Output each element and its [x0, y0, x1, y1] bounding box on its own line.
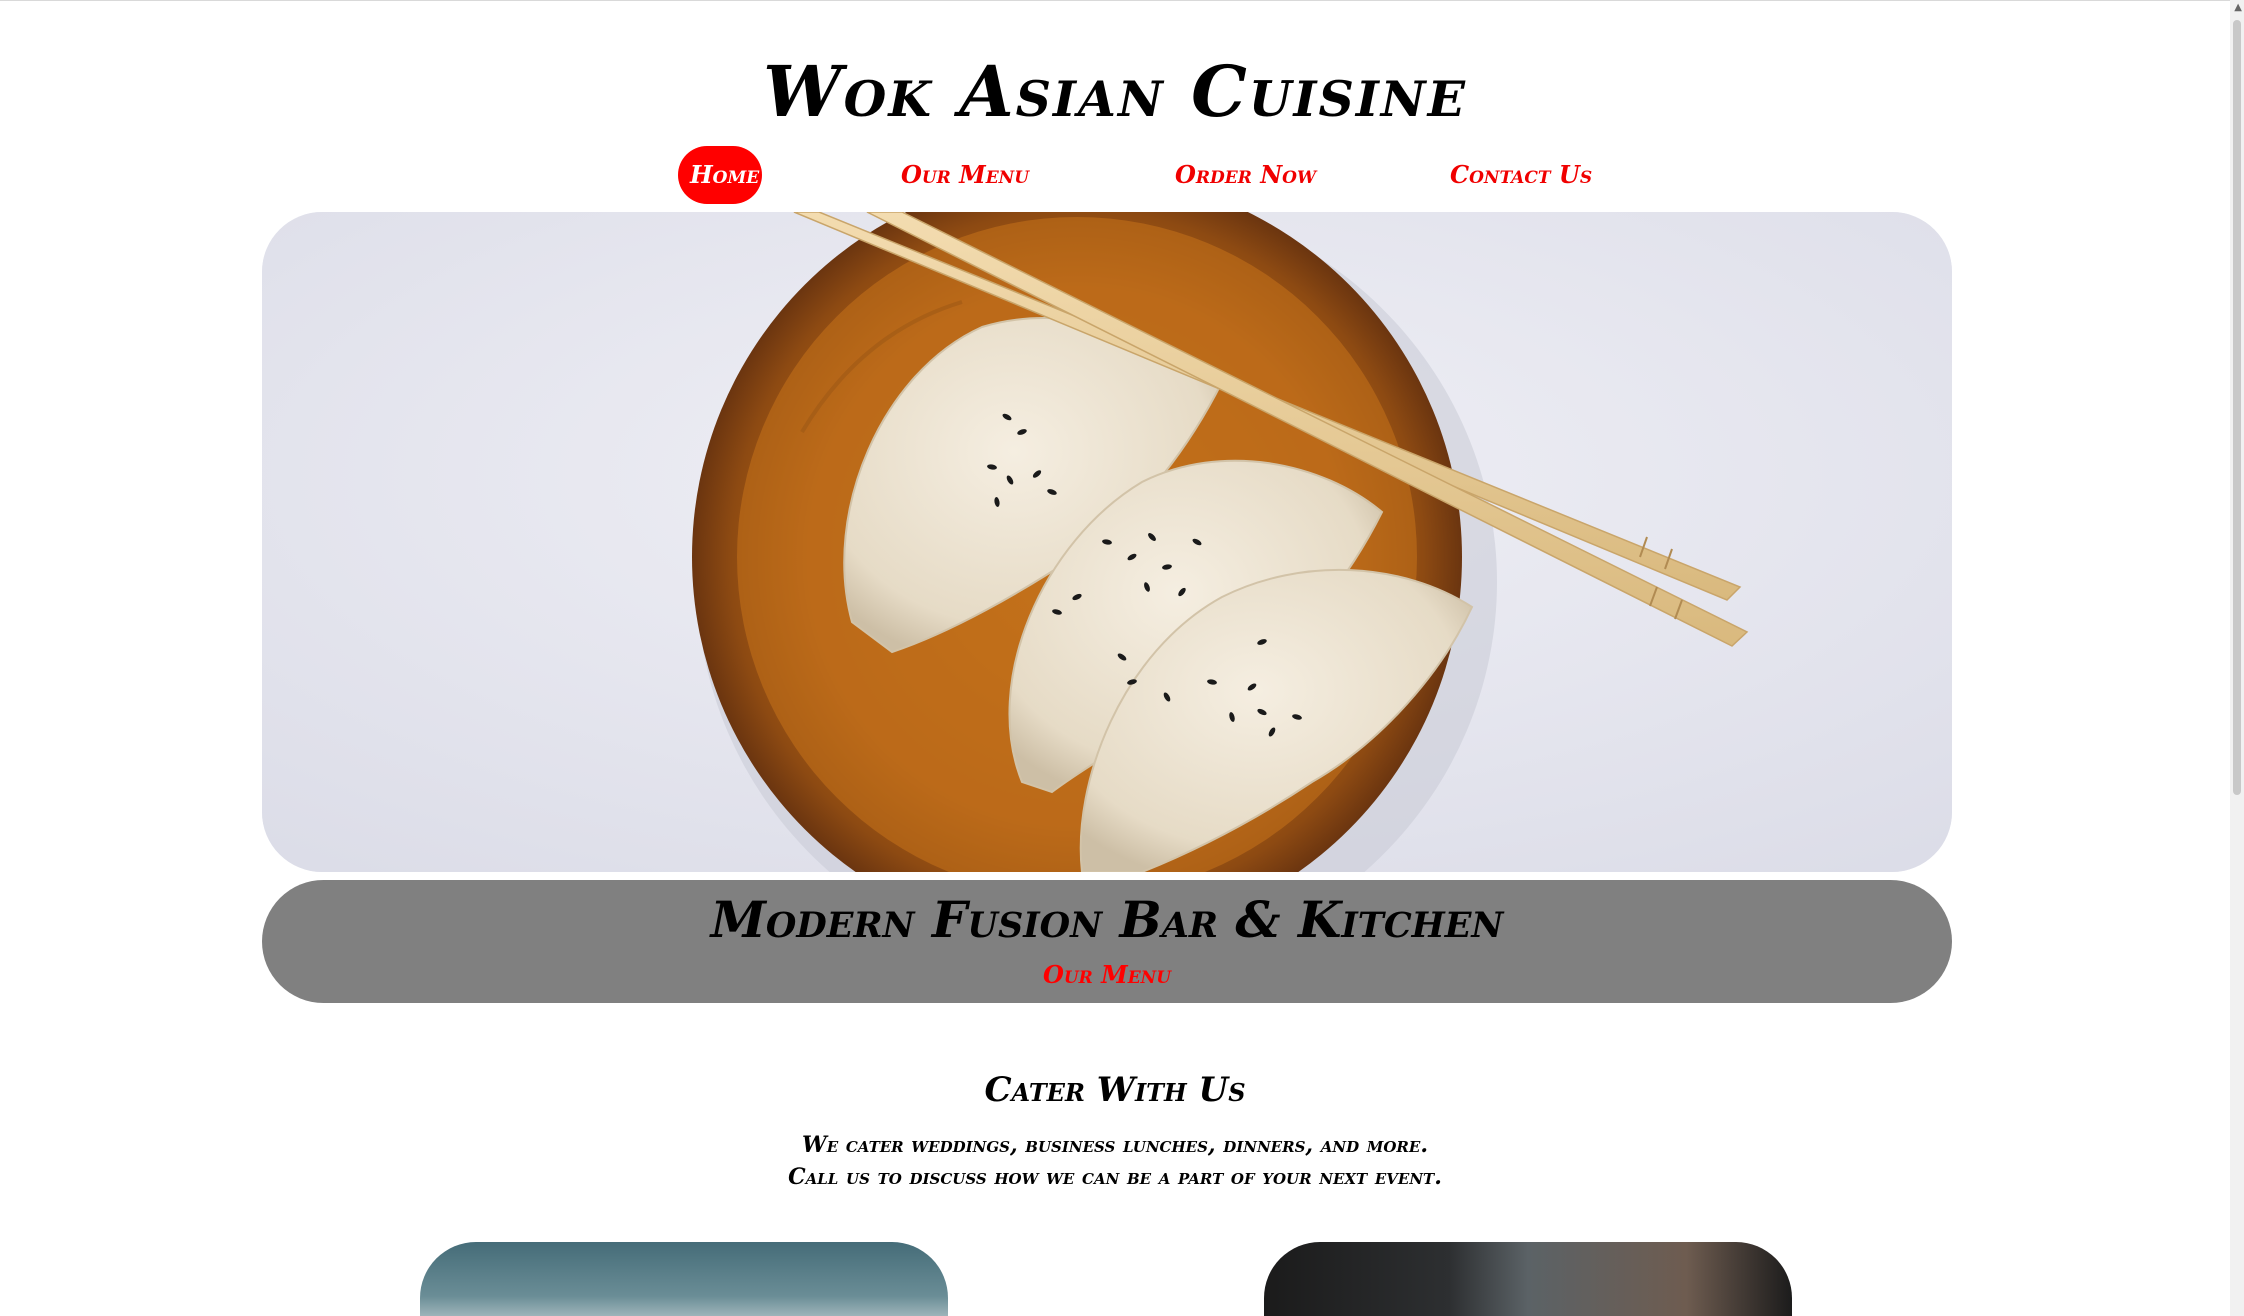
vertical-scrollbar[interactable]: ▲: [2230, 0, 2244, 1316]
top-border: [0, 0, 2244, 1]
main-nav: Home Our Menu Order Now Contact Us: [0, 146, 2230, 204]
cater-title: Cater With Us: [984, 1070, 1246, 1110]
cater-description-line2: Call us to discuss how we can be a part …: [788, 1164, 1442, 1190]
cater-description-line1: We cater weddings, business lunches, din…: [802, 1132, 1428, 1158]
nav-contact-us[interactable]: Contact Us: [1450, 146, 1592, 204]
dumplings-illustration: [262, 212, 1952, 872]
banner-menu-link[interactable]: Our Menu: [262, 960, 1952, 989]
hero-image: [262, 212, 1952, 872]
page: Wok Asian Cuisine Home Our Menu Order No…: [0, 0, 2244, 1316]
nav-our-menu[interactable]: Our Menu: [900, 146, 1030, 204]
catering-image-right: [1264, 1242, 1792, 1316]
scroll-up-icon[interactable]: ▲: [2234, 3, 2242, 13]
catering-image-left: [420, 1242, 948, 1316]
banner-title: Modern Fusion Bar & Kitchen: [710, 890, 1504, 949]
hero-banner: Modern Fusion Bar & Kitchen Our Menu: [262, 880, 1952, 1003]
nav-order-now[interactable]: Order Now: [1175, 146, 1316, 204]
scroll-thumb[interactable]: [2233, 20, 2241, 795]
site-title: Wok Asian Cuisine: [763, 50, 1467, 133]
nav-home[interactable]: Home: [678, 146, 762, 204]
